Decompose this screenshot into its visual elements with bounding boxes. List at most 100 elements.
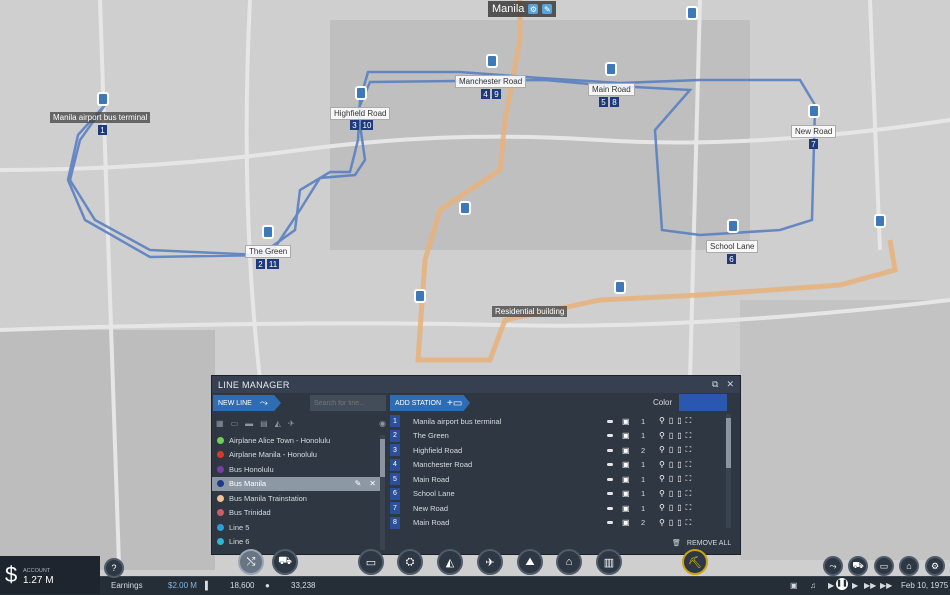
station-label-highfield[interactable]: Highfield Road bbox=[330, 107, 391, 120]
passenger-icon[interactable]: ⛶ bbox=[686, 416, 692, 426]
line-list-item[interactable]: Line 6 bbox=[212, 535, 380, 550]
add-station-button[interactable]: ADD STATION +▭ bbox=[390, 395, 470, 411]
help-button[interactable]: ? bbox=[104, 558, 124, 578]
wait-icon[interactable]: ▯ bbox=[677, 489, 681, 499]
line-color-picker[interactable] bbox=[679, 394, 727, 411]
station-label-main-road[interactable]: Main Road bbox=[588, 83, 635, 96]
account-panel[interactable]: $ ACCOUNT 1.27 M bbox=[0, 556, 100, 594]
station-label-airport[interactable]: Manila airport bus terminal bbox=[50, 112, 151, 123]
line-manager-header[interactable]: LINE MANAGER ⧉ ✕ bbox=[212, 376, 740, 393]
lines-tool-button[interactable]: ⤭ bbox=[238, 549, 264, 575]
unload-icon[interactable]: ▯ bbox=[669, 489, 673, 499]
passenger-icon[interactable]: ⛶ bbox=[686, 518, 692, 528]
station-row[interactable]: 6 School Lane ▣ 1 ⚲ ▯ ▯ ⛶ bbox=[390, 487, 730, 502]
load-settings-icon[interactable]: ⚲ bbox=[659, 518, 665, 528]
city-edit-icon[interactable]: ✎ bbox=[542, 4, 553, 14]
industry-icon[interactable]: ▥ bbox=[596, 549, 622, 575]
city-info-icon[interactable]: ⚙ bbox=[528, 4, 539, 14]
passenger-icon[interactable]: ⛶ bbox=[686, 431, 692, 441]
station-row[interactable]: 5 Main Road ▣ 1 ⚲ ▯ ▯ ⛶ bbox=[390, 472, 730, 487]
line-list-item[interactable]: Airplane Alice Town - Honolulu bbox=[212, 433, 380, 448]
vehicle-manager-button[interactable]: ⛟ bbox=[272, 549, 298, 575]
wait-icon[interactable]: ▯ bbox=[677, 503, 681, 513]
overview-stations-icon[interactable]: ▭ bbox=[874, 556, 894, 576]
bus-stop-icon[interactable] bbox=[614, 280, 626, 294]
bulldoze-icon[interactable]: ⛏ bbox=[682, 549, 708, 575]
wait-icon[interactable]: ▯ bbox=[677, 445, 681, 455]
wait-icon[interactable]: ▯ bbox=[677, 474, 681, 484]
music-icon[interactable]: ♫ bbox=[810, 581, 816, 590]
station-label-school-lane[interactable]: School Lane bbox=[706, 240, 759, 253]
line-list-item[interactable]: Line 5 bbox=[212, 520, 380, 535]
station-row[interactable]: 8 Main Road ▣ 2 ⚲ ▯ ▯ ⛶ bbox=[390, 516, 730, 531]
station-row[interactable]: 2 The Green ▣ 1 ⚲ ▯ ▯ ⛶ bbox=[390, 429, 730, 444]
popout-icon[interactable]: ⧉ bbox=[712, 379, 718, 390]
line-list-item[interactable]: Bus Honolulu bbox=[212, 462, 380, 477]
ship-icon[interactable]: ◭ bbox=[437, 549, 463, 575]
station-label-the-green[interactable]: The Green bbox=[245, 245, 292, 258]
stop-time-slider[interactable] bbox=[607, 414, 613, 428]
load-settings-icon[interactable]: ⚲ bbox=[659, 431, 665, 441]
stop-time-slider[interactable] bbox=[607, 472, 613, 486]
line-list-item[interactable]: Bus Manila Trainstation bbox=[212, 491, 380, 506]
passenger-icon[interactable]: ⛶ bbox=[686, 503, 692, 513]
unload-icon[interactable]: ▯ bbox=[669, 445, 673, 455]
unload-icon[interactable]: ▯ bbox=[669, 431, 673, 441]
bus-stop-icon[interactable] bbox=[262, 225, 274, 239]
bus-stop-icon[interactable] bbox=[355, 86, 367, 100]
overview-lines-icon[interactable]: ⤳ bbox=[823, 556, 843, 576]
bus-stop-icon[interactable] bbox=[459, 201, 471, 215]
load-settings-icon[interactable]: ⚲ bbox=[659, 445, 665, 455]
new-line-button[interactable]: NEW LINE ⤳ bbox=[213, 395, 281, 411]
wait-icon[interactable]: ▯ bbox=[677, 460, 681, 470]
line-search-input[interactable] bbox=[310, 395, 386, 411]
unload-icon[interactable]: ▯ bbox=[669, 416, 673, 426]
bus-stop-icon[interactable] bbox=[97, 92, 109, 106]
line-list-item[interactable]: Bus Manila ✎ ✕ bbox=[212, 476, 380, 491]
play-icon[interactable]: ▶ bbox=[828, 581, 834, 590]
passenger-icon[interactable]: ⛶ bbox=[686, 489, 692, 499]
wait-icon[interactable]: ▯ bbox=[677, 518, 681, 528]
station-row[interactable]: 7 New Road ▣ 1 ⚲ ▯ ▯ ⛶ bbox=[390, 501, 730, 516]
unload-icon[interactable]: ▯ bbox=[669, 503, 673, 513]
stop-time-slider[interactable] bbox=[607, 516, 613, 530]
close-icon[interactable]: ✕ bbox=[726, 379, 734, 390]
plane-icon[interactable]: ✈ bbox=[477, 549, 503, 575]
stop-time-slider[interactable] bbox=[607, 458, 613, 472]
filter-plane-icon[interactable]: ✈ bbox=[288, 419, 295, 428]
station-label-new-road[interactable]: New Road bbox=[791, 125, 837, 138]
bus-stop-icon[interactable] bbox=[605, 62, 617, 76]
stop-time-slider[interactable] bbox=[607, 487, 613, 501]
visibility-eye-icon[interactable]: ◉ bbox=[379, 419, 386, 428]
overview-settings-icon[interactable]: ⚙ bbox=[925, 556, 945, 576]
bus-icon[interactable]: ▭ bbox=[358, 549, 384, 575]
camera-icon[interactable]: ▣ bbox=[790, 581, 798, 590]
pause-button[interactable]: ❚❚ bbox=[836, 578, 848, 590]
overview-towns-icon[interactable]: ⌂ bbox=[899, 556, 919, 576]
filter-tram-icon[interactable]: ▬ bbox=[245, 419, 253, 428]
filter-bus-icon[interactable]: ▭ bbox=[231, 419, 239, 428]
wait-icon[interactable]: ▯ bbox=[677, 416, 681, 426]
station-row[interactable]: 3 Highfield Road ▣ 2 ⚲ ▯ ▯ ⛶ bbox=[390, 443, 730, 458]
terrain-icon[interactable]: ⛰ bbox=[517, 549, 543, 575]
fast-forward-icon[interactable]: ▶▶ bbox=[864, 581, 876, 590]
lines-scrollbar[interactable] bbox=[380, 435, 385, 550]
station-label-manchester[interactable]: Manchester Road bbox=[455, 75, 527, 88]
unload-icon[interactable]: ▯ bbox=[669, 518, 673, 528]
bus-stop-icon[interactable] bbox=[727, 219, 739, 233]
load-settings-icon[interactable]: ⚲ bbox=[659, 489, 665, 499]
unload-icon[interactable]: ▯ bbox=[669, 474, 673, 484]
load-settings-icon[interactable]: ⚲ bbox=[659, 503, 665, 513]
line-list-item[interactable]: Bus Trinidad bbox=[212, 506, 380, 521]
passenger-icon[interactable]: ⛶ bbox=[686, 460, 692, 470]
filter-train-icon[interactable]: ▤ bbox=[260, 419, 268, 428]
stop-time-slider[interactable] bbox=[607, 443, 613, 457]
load-settings-icon[interactable]: ⚲ bbox=[659, 416, 665, 426]
load-settings-icon[interactable]: ⚲ bbox=[659, 474, 665, 484]
wait-icon[interactable]: ▯ bbox=[677, 431, 681, 441]
overview-vehicles-icon[interactable]: ⛟ bbox=[848, 556, 868, 576]
edit-line-icon[interactable]: ✎ bbox=[355, 479, 362, 488]
bus-stop-icon[interactable] bbox=[414, 289, 426, 303]
unload-icon[interactable]: ▯ bbox=[669, 460, 673, 470]
filter-all-icon[interactable]: ▦ bbox=[216, 419, 224, 428]
